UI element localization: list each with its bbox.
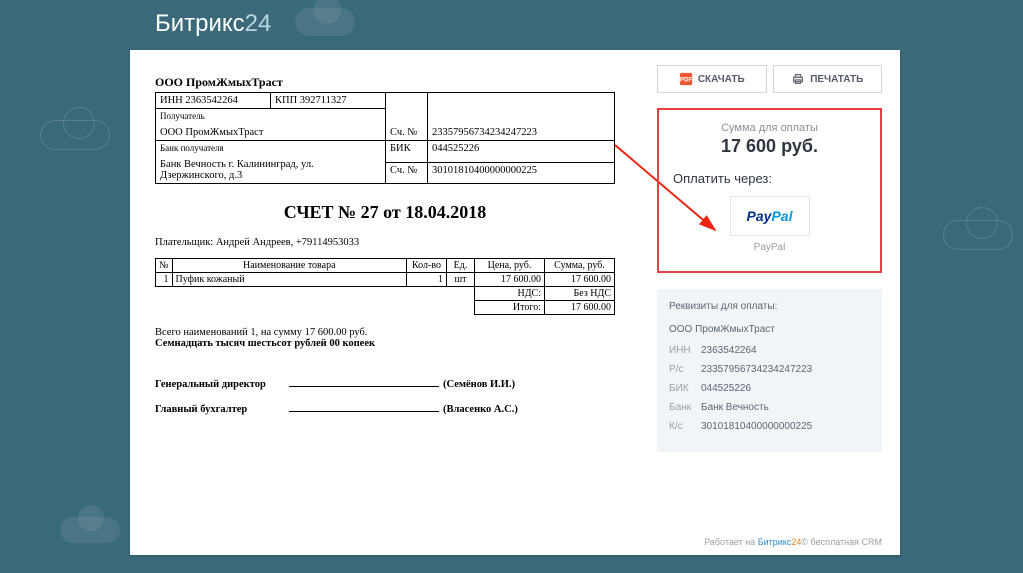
footer-tail: бесплатная CRM <box>811 537 882 547</box>
director-role: Генеральный директор <box>155 379 285 390</box>
req-key: К/с <box>669 421 701 432</box>
row-price: 17 600.00 <box>475 273 545 287</box>
brand-logo: Битрикс24 <box>155 10 271 38</box>
row-qty: 1 <box>407 273 447 287</box>
company-name: ООО ПромЖмыхТраст <box>155 75 615 90</box>
requisites-block: Реквизиты для оплаты: ООО ПромЖмыхТраст … <box>657 289 882 452</box>
th-name: Наименование товара <box>172 259 406 273</box>
row-sum: 17 600.00 <box>545 273 615 287</box>
req-val: 23357956734234247223 <box>701 364 812 375</box>
kpp-cell: КПП 392711327 <box>271 93 386 109</box>
summary-block: Всего наименований 1, на сумму 17 600.00… <box>155 327 615 349</box>
th-n: № <box>156 259 173 273</box>
footer-copy: © <box>801 537 808 547</box>
pay-via-label: Оплатить через: <box>669 171 870 186</box>
amount-label: Сумма для оплаты <box>669 122 870 134</box>
director-name: (Семёнов И.И.) <box>443 379 515 390</box>
th-sum: Сумма, руб. <box>545 259 615 273</box>
req-key: БИК <box>669 383 701 394</box>
download-label: СКАЧАТЬ <box>698 74 745 85</box>
paypal-logo-part1: Pay <box>747 208 772 224</box>
footer-suffix: 24 <box>791 537 801 547</box>
paypal-tile[interactable]: PayPal <box>730 196 810 236</box>
table-row: 1 Пуфик кожаный 1 шт 17 600.00 17 600.00 <box>156 273 615 287</box>
bank-value: Банк Вечность г. Калининград, ул. Дзержи… <box>160 153 381 181</box>
corr-value: 30101810400000000225 <box>428 162 615 184</box>
paypal-name: PayPal <box>669 242 870 253</box>
cloud-decoration <box>943 220 1013 250</box>
signature-line <box>289 411 439 412</box>
th-qty: Кол-во <box>407 259 447 273</box>
recipient-value: ООО ПромЖмыхТраст <box>160 121 381 138</box>
requisites-org: ООО ПромЖмыхТраст <box>669 324 870 335</box>
sidebar: PDF СКАЧАТЬ ПЕЧАТАТЬ Сумма для оплаты 17… <box>657 65 882 452</box>
signature-row-2: Главный бухгалтер (Власенко А.С.) <box>155 404 615 415</box>
summary-line1: Всего наименований 1, на сумму 17 600.00… <box>155 327 615 338</box>
brand-name: Битрикс <box>155 10 245 37</box>
main-panel: ООО ПромЖмыхТраст ИНН 2363542264 КПП 392… <box>130 50 900 555</box>
vat-label: НДС: <box>475 287 545 301</box>
invoice-document: ООО ПромЖмыхТраст ИНН 2363542264 КПП 392… <box>155 75 615 415</box>
accountant-name: (Власенко А.С.) <box>443 404 518 415</box>
cloud-decoration <box>40 120 110 150</box>
row-unit: шт <box>447 273 475 287</box>
summary-words: Семнадцать тысяч шестьсот рублей 00 копе… <box>155 338 615 349</box>
bik-value: 044525226 <box>428 141 615 163</box>
corr-label: Сч. № <box>386 162 428 184</box>
req-val: 044525226 <box>701 383 751 394</box>
signature-row-1: Генеральный директор (Семёнов И.И.) <box>155 379 615 390</box>
acct-label: Сч. № <box>386 93 428 141</box>
requisites-title: Реквизиты для оплаты: <box>669 301 870 312</box>
req-val: Банк Вечность <box>701 402 769 413</box>
company-details-table: ИНН 2363542264 КПП 392711327 Сч. № 23357… <box>155 92 615 184</box>
payer-info: Плательщик: Андрей Андреев, +79114953033 <box>155 237 615 248</box>
req-val: 30101810400000000225 <box>701 421 812 432</box>
bank-label: Банк получателя <box>160 143 381 153</box>
brand-suffix: 24 <box>245 10 272 37</box>
svg-text:PDF: PDF <box>680 77 692 84</box>
th-unit: Ед. <box>447 259 475 273</box>
recipient-label: Получатель <box>160 111 381 121</box>
req-key: ИНН <box>669 345 701 356</box>
acct-value: 23357956734234247223 <box>428 93 615 141</box>
accountant-role: Главный бухгалтер <box>155 404 285 415</box>
req-key: Р/с <box>669 364 701 375</box>
total-value: 17 600.00 <box>545 301 615 315</box>
print-label: ПЕЧАТАТЬ <box>810 74 863 85</box>
signature-line <box>289 386 439 387</box>
amount-value: 17 600 руб. <box>669 136 870 157</box>
inn-cell: ИНН 2363542264 <box>156 93 271 109</box>
cloud-decoration <box>295 8 355 36</box>
th-price: Цена, руб. <box>475 259 545 273</box>
req-key: Банк <box>669 402 701 413</box>
row-name: Пуфик кожаный <box>172 273 406 287</box>
paypal-logo-part2: Pal <box>771 208 792 224</box>
items-table: № Наименование товара Кол-во Ед. Цена, р… <box>155 258 615 315</box>
payment-block: Сумма для оплаты 17 600 руб. Оплатить че… <box>657 108 882 273</box>
pdf-icon: PDF <box>679 72 693 86</box>
print-button[interactable]: ПЕЧАТАТЬ <box>773 65 883 93</box>
footer-prefix: Работает на <box>704 537 755 547</box>
row-n: 1 <box>156 273 173 287</box>
download-button[interactable]: PDF СКАЧАТЬ <box>657 65 767 93</box>
footer-brand[interactable]: Битрикс <box>758 537 792 547</box>
printer-icon <box>791 72 805 86</box>
invoice-title: СЧЕТ № 27 от 18.04.2018 <box>155 202 615 223</box>
footer: Работает на Битрикс24© бесплатная CRM <box>704 537 882 547</box>
cloud-decoration <box>60 517 120 543</box>
vat-value: Без НДС <box>545 287 615 301</box>
total-label: Итого: <box>475 301 545 315</box>
bik-label: БИК <box>386 141 428 163</box>
req-val: 2363542264 <box>701 345 757 356</box>
